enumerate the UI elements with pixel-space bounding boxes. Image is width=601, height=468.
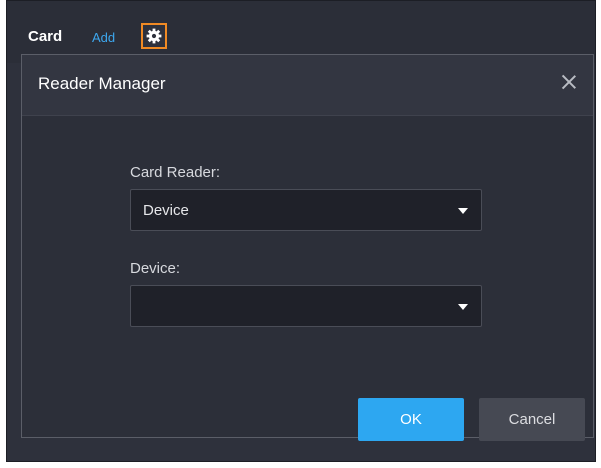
chevron-down-icon: [458, 208, 468, 214]
close-icon[interactable]: [559, 72, 579, 92]
ok-button[interactable]: OK: [358, 398, 464, 441]
card-reader-value: Device: [143, 202, 189, 219]
device-label: Device:: [130, 260, 181, 277]
card-reader-select[interactable]: Device: [130, 189, 482, 231]
dialog-header: Reader Manager: [22, 55, 593, 116]
add-link[interactable]: Add: [92, 30, 115, 45]
card-reader-label: Card Reader:: [130, 164, 221, 181]
settings-button[interactable]: [141, 23, 167, 49]
card-title: Card: [28, 28, 63, 45]
gear-icon: [146, 28, 162, 44]
reader-manager-dialog: Reader Manager Card Reader: Device Devic…: [21, 54, 594, 441]
dialog-title: Reader Manager: [38, 74, 166, 93]
card-panel: Card Add Reader Manager Card Reader: Dev…: [6, 0, 596, 462]
cancel-button[interactable]: Cancel: [479, 398, 585, 441]
device-select[interactable]: [130, 285, 482, 327]
chevron-down-icon: [458, 304, 468, 310]
